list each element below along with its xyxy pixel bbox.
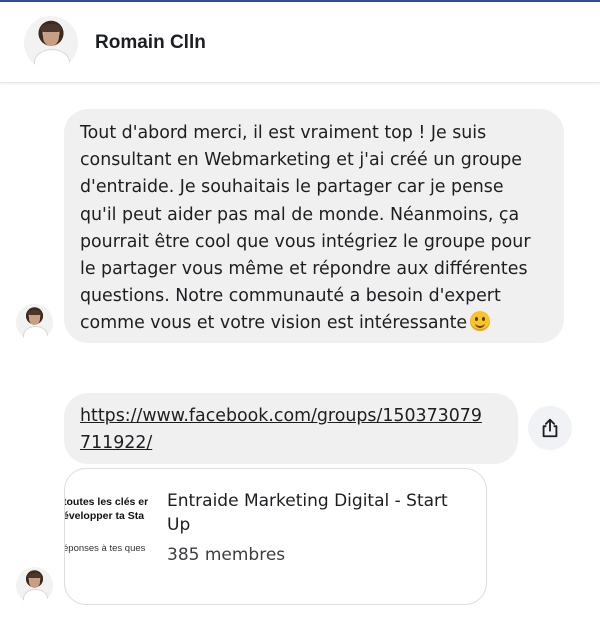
link-message-bubble[interactable]: https://www.facebook.com/groups/15037307… bbox=[64, 393, 518, 464]
link-preview-title: Entraide Marketing Digital - Start Up bbox=[167, 491, 448, 535]
group-link-line[interactable]: 711922/ bbox=[80, 430, 502, 457]
conversation-header: Romain Clln bbox=[0, 2, 600, 83]
message-bubble-received[interactable]: Tout d'abord merci, il est vraiment top … bbox=[64, 109, 564, 343]
thumbnail-text: éponses à tes ques bbox=[65, 543, 146, 554]
message-line: pourrait être cool que vous intégriez le… bbox=[80, 231, 531, 252]
thumbnail-text: évelopper ta Sta bbox=[65, 510, 145, 522]
contact-name[interactable]: Romain Clln bbox=[95, 32, 206, 54]
sender-avatar[interactable] bbox=[16, 304, 53, 341]
group-link-line[interactable]: https://www.facebook.com/groups/15037307… bbox=[80, 403, 502, 430]
link-preview-thumbnail: toutes les clés er évelopper ta Sta épon… bbox=[65, 469, 155, 604]
thumbnail-text: toutes les clés er bbox=[65, 496, 149, 508]
link-preview-members: 385 membres bbox=[167, 545, 286, 565]
message-line: questions. Notre communauté a besoin d'e… bbox=[80, 286, 501, 307]
message-line: consultant en Webmarketing et j'ai créé … bbox=[80, 150, 522, 171]
sender-avatar[interactable] bbox=[16, 567, 53, 604]
link-preview-card[interactable]: toutes les clés er évelopper ta Sta épon… bbox=[64, 468, 487, 605]
message-line: qu'il peut aider pas mal de monde. Néanm… bbox=[80, 204, 520, 225]
message-line: le partager vous même et répondre aux di… bbox=[80, 259, 528, 280]
message-line-last: comme vous et votre vision est intéressa… bbox=[80, 310, 548, 337]
smiling-face-emoji-icon bbox=[470, 311, 491, 332]
message-line-text: comme vous et votre vision est intéressa… bbox=[80, 313, 468, 334]
contact-avatar[interactable] bbox=[24, 16, 78, 70]
share-icon bbox=[542, 418, 558, 438]
share-button[interactable] bbox=[528, 406, 572, 450]
message-line: Tout d'abord merci, il est vraiment top … bbox=[80, 123, 487, 143]
message-line: d'entraide. Je souhaitais le partager ca… bbox=[80, 177, 504, 198]
